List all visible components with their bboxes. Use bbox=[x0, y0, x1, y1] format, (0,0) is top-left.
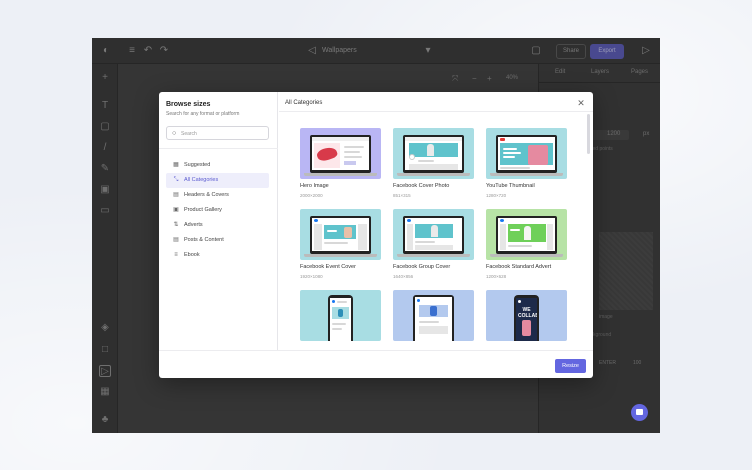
search-input[interactable]: ○ Search bbox=[166, 126, 269, 140]
card-size: 1640×856 bbox=[393, 274, 414, 279]
gallery-icon: ▣ bbox=[173, 207, 179, 213]
sizes-grid-panel: All Categories ✕ Hero Image 2000×2000 Fa… bbox=[279, 92, 593, 350]
tablet-mockup bbox=[413, 295, 454, 341]
card-title: Facebook Standard Advert bbox=[486, 264, 552, 270]
youtube-logo bbox=[500, 138, 505, 141]
phone-mockup: WE COLLAB bbox=[514, 295, 539, 341]
facebook-logo bbox=[407, 219, 411, 222]
card-thumbnail bbox=[393, 128, 474, 179]
category-headers-covers[interactable]: ▤ Headers & Covers bbox=[166, 188, 269, 203]
category-suggested[interactable]: ▦ Suggested bbox=[166, 158, 269, 173]
card-thumbnail bbox=[300, 128, 381, 179]
laptop-mockup bbox=[403, 135, 464, 173]
promo-text: WE COLLAB bbox=[518, 307, 537, 319]
laptop-mockup bbox=[310, 216, 371, 254]
ebook-icon: ≡ bbox=[174, 252, 178, 258]
facebook-logo bbox=[500, 219, 504, 222]
close-icon[interactable]: ✕ bbox=[576, 98, 586, 108]
profile-avatar bbox=[409, 154, 415, 160]
category-posts-content[interactable]: ▤ Posts & Content bbox=[166, 233, 269, 248]
modal-title: Browse sizes bbox=[166, 101, 211, 108]
card-title: YouTube Thumbnail bbox=[486, 183, 535, 189]
card-title: Facebook Event Cover bbox=[300, 264, 356, 270]
category-label: All Categories bbox=[184, 177, 219, 183]
card-title: Facebook Group Cover bbox=[393, 264, 451, 270]
category-label: Posts & Content bbox=[184, 237, 224, 243]
person-figure bbox=[427, 144, 434, 156]
header-icon: ▤ bbox=[173, 192, 179, 198]
card-title: Facebook Cover Photo bbox=[393, 183, 450, 189]
grid-icon: ▦ bbox=[173, 162, 179, 168]
card-thumbnail: WE COLLAB bbox=[486, 290, 567, 341]
advert-icon: ⇅ bbox=[173, 222, 179, 228]
card-thumbnail bbox=[393, 209, 474, 260]
category-all[interactable]: ⤡ All Categories bbox=[166, 173, 269, 188]
post-icon: ▤ bbox=[173, 237, 179, 243]
card-size: 1200×628 bbox=[486, 274, 507, 279]
card-thumbnail bbox=[486, 209, 567, 260]
card-thumbnail bbox=[300, 290, 381, 341]
category-label: Adverts bbox=[184, 222, 203, 228]
chat-icon bbox=[636, 409, 643, 415]
resize-button[interactable]: Resize bbox=[555, 359, 586, 373]
card-thumbnail bbox=[486, 128, 567, 179]
expand-icon: ⤡ bbox=[173, 177, 179, 183]
category-adverts[interactable]: ⇅ Adverts bbox=[166, 218, 269, 233]
laptop-mockup bbox=[496, 216, 557, 254]
sidebar-divider bbox=[159, 148, 278, 149]
browse-sizes-modal: Browse sizes Search for any format or pl… bbox=[159, 92, 593, 378]
card-thumbnail bbox=[300, 209, 381, 260]
modal-sidebar: Browse sizes Search for any format or pl… bbox=[159, 92, 278, 350]
phone-mockup bbox=[328, 295, 353, 341]
category-label: Ebook bbox=[184, 252, 200, 258]
laptop-mockup bbox=[403, 216, 464, 254]
card-size: 2000×2000 bbox=[300, 193, 323, 198]
scrollbar[interactable] bbox=[587, 114, 590, 154]
header-divider bbox=[279, 111, 593, 112]
laptop-mockup bbox=[310, 135, 371, 173]
search-placeholder: Search bbox=[181, 131, 197, 137]
card-size: 1280×720 bbox=[486, 193, 507, 198]
category-label: Suggested bbox=[184, 162, 211, 168]
search-icon: ○ bbox=[172, 130, 177, 137]
event-photo bbox=[344, 227, 352, 238]
laptop-mockup bbox=[496, 135, 557, 173]
modal-subtitle: Search for any format or platform bbox=[166, 111, 240, 117]
card-thumbnail bbox=[393, 290, 474, 341]
modal-footer: Resize bbox=[159, 350, 593, 378]
category-label: Headers & Covers bbox=[184, 192, 229, 198]
chat-support-button[interactable] bbox=[631, 404, 648, 421]
person-figure bbox=[431, 225, 438, 237]
category-product-gallery[interactable]: ▣ Product Gallery bbox=[166, 203, 269, 218]
facebook-logo bbox=[314, 219, 318, 222]
card-size: 851×315 bbox=[393, 193, 411, 198]
category-ebook[interactable]: ≡ Ebook bbox=[166, 248, 269, 263]
card-size: 1920×1080 bbox=[300, 274, 323, 279]
card-title: Hero Image bbox=[300, 183, 329, 189]
category-label: Product Gallery bbox=[184, 207, 222, 213]
people-photo bbox=[528, 145, 548, 165]
section-title: All Categories bbox=[285, 100, 323, 106]
person-figure bbox=[524, 226, 531, 240]
